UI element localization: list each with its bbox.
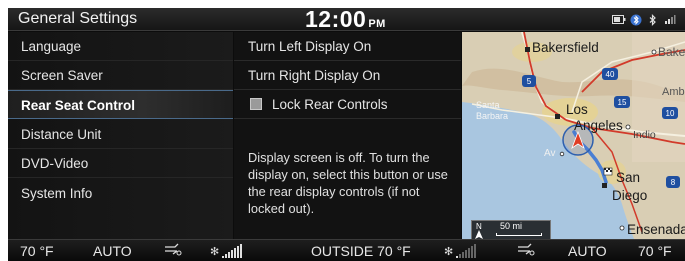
turn-left-display-button[interactable]: Turn Left Display On <box>234 32 461 61</box>
highway-shield-8: 8 <box>671 178 676 187</box>
highway-shield-15: 15 <box>618 98 627 107</box>
map-label-baker: Baker <box>658 45 685 59</box>
map-label-santa: Santa <box>476 100 500 110</box>
left-auto-mode[interactable]: AUTO <box>93 243 132 259</box>
infotainment-screen: General Settings 12:00 PM Language Screen… <box>8 8 685 261</box>
menu-item-rear-seat-control[interactable]: Rear Seat Control <box>8 90 233 119</box>
map-scale-label: 50 mi <box>500 221 523 231</box>
lock-rear-controls-checkbox[interactable] <box>250 98 262 110</box>
bluetooth-icon <box>646 13 660 26</box>
lock-rear-controls-option[interactable]: Lock Rear Controls <box>234 90 461 119</box>
clock: 12:00 PM <box>305 8 386 33</box>
left-temperature[interactable]: 70 °F <box>20 243 54 259</box>
clock-time: 12:00 <box>305 8 367 32</box>
status-icons <box>612 13 677 26</box>
map-scale-bar <box>496 233 542 236</box>
settings-menu: Language Screen Saver Rear Seat Control … <box>8 32 233 239</box>
highway-shield-40: 40 <box>606 70 615 79</box>
left-fan-speed[interactable]: ✻ <box>210 244 243 258</box>
turn-right-display-button[interactable]: Turn Right Display On <box>234 61 461 90</box>
battery-icon <box>612 13 626 26</box>
phone-bluetooth-icon <box>629 13 643 26</box>
map-label-angeles: Angeles <box>574 118 623 133</box>
menu-item-language[interactable]: Language <box>8 32 233 61</box>
map-label-amb: Amb <box>662 86 685 98</box>
right-airflow-icon[interactable] <box>516 242 536 261</box>
map-label-los: Los <box>566 102 588 117</box>
menu-item-screen-saver[interactable]: Screen Saver <box>8 61 233 90</box>
map-label-ensenada: Ensenada <box>627 222 685 237</box>
map-label-barbara: Barbara <box>476 111 509 121</box>
highway-shield-10: 10 <box>666 109 675 118</box>
lock-rear-controls-label: Lock Rear Controls <box>272 97 388 112</box>
map-scale: N 50 mi <box>471 220 551 239</box>
highway-shield-5: 5 <box>527 77 532 86</box>
menu-item-distance-unit[interactable]: Distance Unit <box>8 120 233 149</box>
page-title: General Settings <box>18 10 138 27</box>
status-bar: General Settings 12:00 PM <box>8 8 685 33</box>
signal-icon <box>663 13 677 26</box>
left-fan-icon: ✻ <box>210 246 220 258</box>
rear-seat-control-panel: Turn Left Display On Turn Right Display … <box>234 32 461 239</box>
climate-bar: 70 °F AUTO ✻ OUTSIDE 70 °F ✻ AUTO 70 °F <box>8 239 685 261</box>
right-auto-mode[interactable]: AUTO <box>568 243 607 259</box>
left-airflow-icon[interactable] <box>163 242 183 261</box>
map-label-indio: Indio <box>633 129 656 141</box>
map-label-san: San <box>616 170 641 185</box>
map-label-bakersfield: Bakersfield <box>532 40 599 55</box>
right-fan-icon: ✻ <box>444 246 454 258</box>
map-label-av: Av <box>544 148 556 159</box>
menu-item-system-info[interactable]: System Info <box>8 179 233 208</box>
right-temperature[interactable]: 70 °F <box>638 243 672 259</box>
right-fan-speed[interactable]: ✻ <box>444 244 477 258</box>
clock-ampm: PM <box>368 18 386 30</box>
menu-item-dvd-video[interactable]: DVD-Video <box>8 149 233 178</box>
map-label-diego: Diego <box>612 188 648 203</box>
navigation-map[interactable]: 5 40 15 10 8 Bakersfield Baker Amb Santa… <box>462 32 685 239</box>
outside-temperature: OUTSIDE 70 °F <box>311 243 411 259</box>
display-off-message: Display screen is off. To turn the displ… <box>248 150 448 216</box>
